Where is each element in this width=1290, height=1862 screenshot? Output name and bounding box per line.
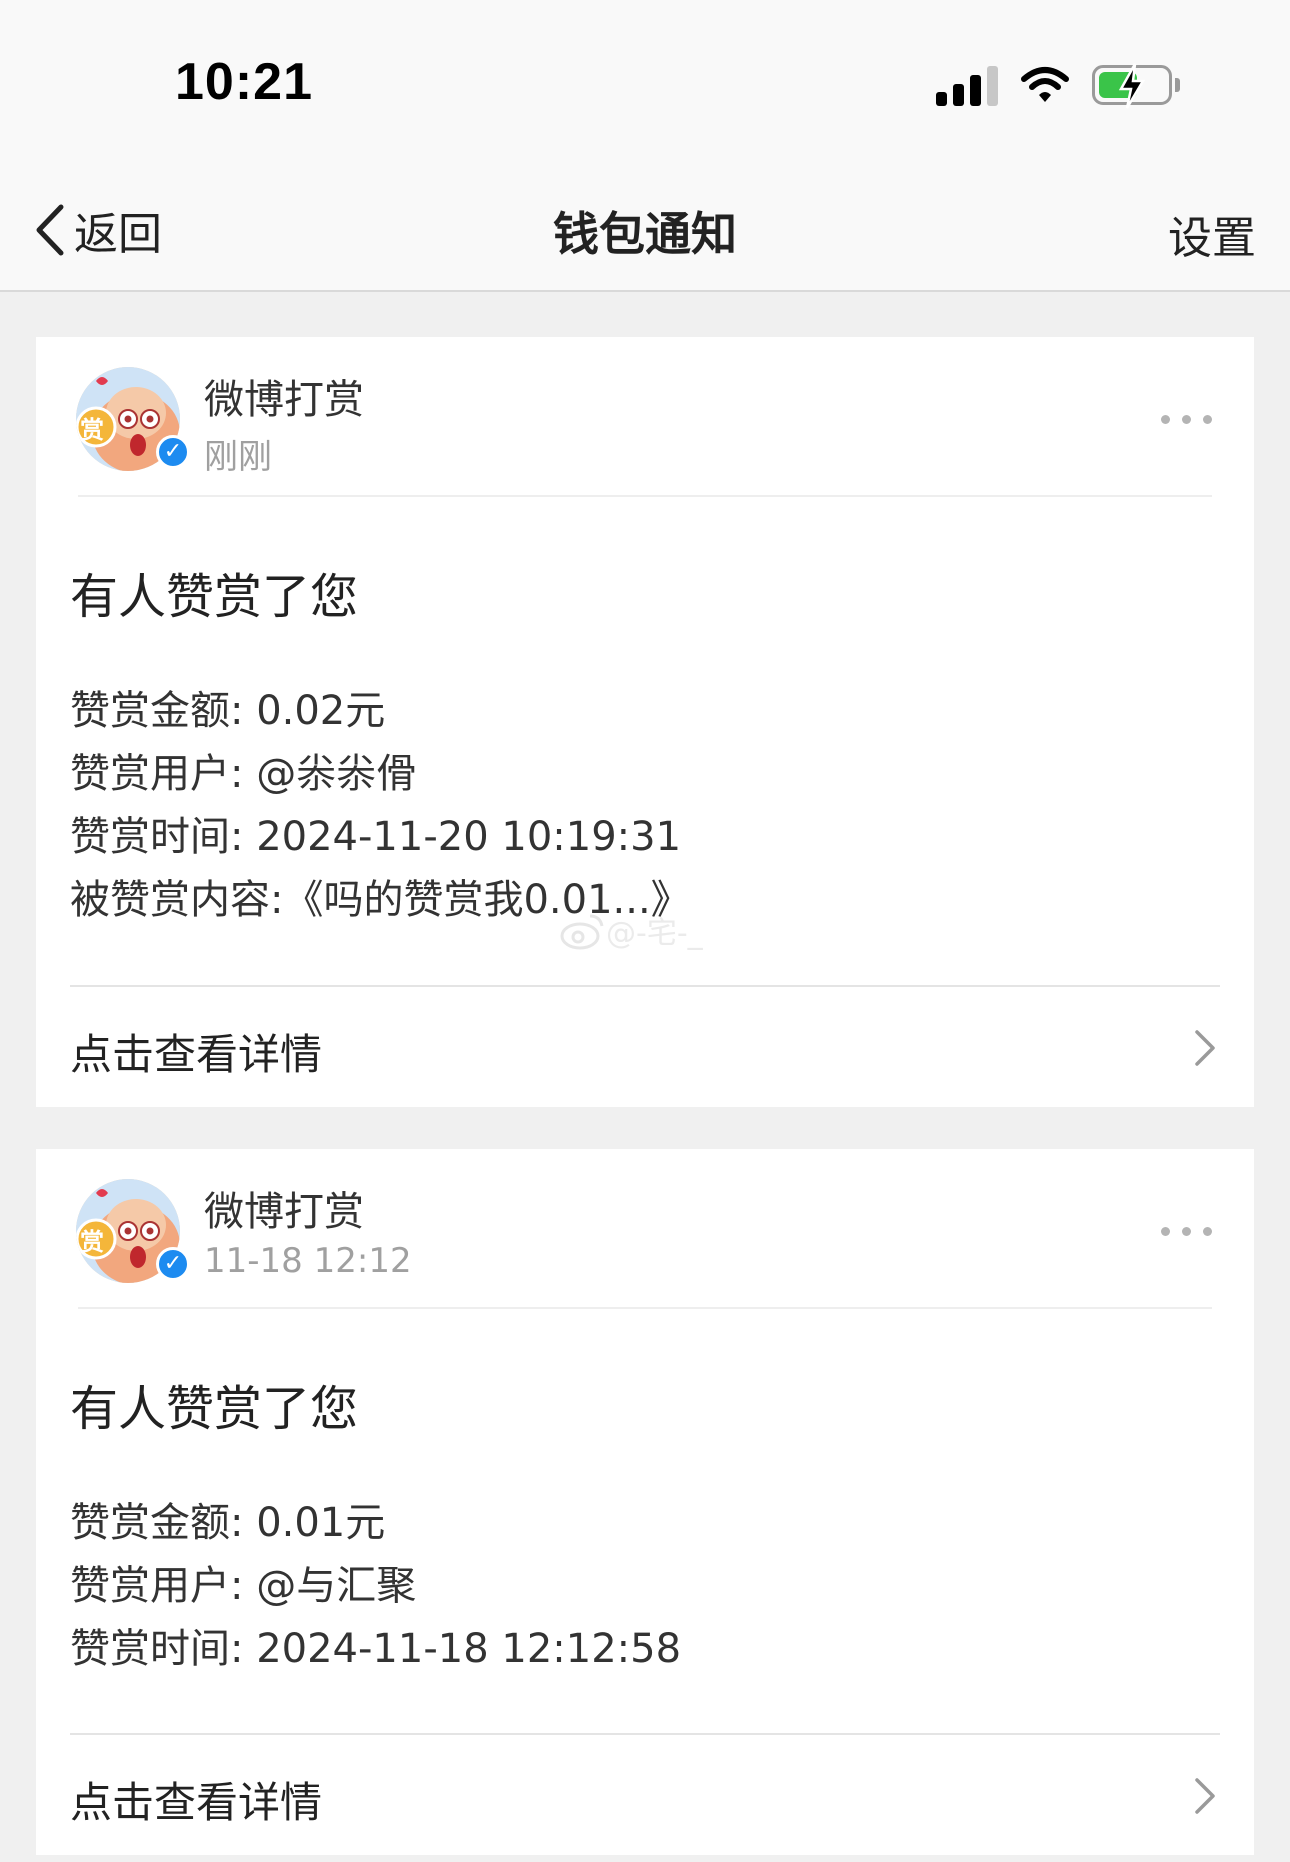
status-time: 10:21	[175, 53, 313, 111]
reward-amount: 赞赏金额: 0.02元	[70, 688, 386, 734]
avatar[interactable]: 赏 ✓	[76, 367, 190, 471]
divider	[78, 495, 1212, 497]
chevron-right-icon	[1195, 1030, 1215, 1066]
battery-icon	[1092, 63, 1180, 109]
card-header: 赏 ✓ 微博打赏 刚刚	[36, 337, 1254, 497]
sender-name: 微博打赏	[204, 1189, 364, 1235]
watermark-text: @-宅-_	[606, 916, 703, 951]
reward-badge: 赏	[80, 416, 104, 444]
view-details-button[interactable]: 点击查看详情	[36, 987, 1254, 1107]
reward-amount: 赞赏金额: 0.01元	[70, 1500, 386, 1546]
reward-time: 赞赏时间: 2024-11-20 10:19:31	[70, 814, 682, 860]
chevron-right-icon	[1195, 1778, 1215, 1814]
more-options-icon[interactable]	[1161, 415, 1212, 424]
card-header: 赏 ✓ 微博打赏 11-18 12:12	[36, 1149, 1254, 1309]
navigation-bar: 返回 钱包通知 设置	[0, 150, 1290, 292]
watermark: @-宅-_	[558, 908, 703, 952]
status-bar: 10:21	[0, 0, 1290, 150]
reward-user: 赞赏用户: @与汇聚	[70, 1563, 417, 1609]
wifi-icon	[1021, 67, 1069, 102]
reward-time: 赞赏时间: 2024-11-18 12:12:58	[70, 1626, 682, 1672]
status-icons	[936, 60, 1180, 110]
settings-button[interactable]: 设置	[1168, 202, 1256, 266]
sender-name: 微博打赏	[204, 377, 364, 423]
notification-card: 赏 ✓ 微博打赏 11-18 12:12 有人赞赏了您 赞赏金额: 0.01元 …	[36, 1149, 1254, 1855]
verified-badge-icon: ✓	[156, 1247, 190, 1281]
cellular-signal-icon	[936, 64, 998, 106]
view-details-button[interactable]: 点击查看详情	[36, 1735, 1254, 1855]
avatar[interactable]: 赏 ✓	[76, 1179, 190, 1283]
verified-badge-icon: ✓	[156, 435, 190, 469]
notification-title: 有人赞赏了您	[70, 1381, 359, 1437]
divider	[78, 1307, 1212, 1309]
notification-title: 有人赞赏了您	[70, 569, 359, 625]
notification-time: 11-18 12:12	[204, 1241, 412, 1281]
view-details-label: 点击查看详情	[70, 1030, 323, 1079]
notification-time: 刚刚	[204, 437, 272, 477]
notification-card: 赏 ✓ 微博打赏 刚刚 有人赞赏了您 赞赏金额: 0.02元 赞赏用户: @尜尜…	[36, 337, 1254, 1107]
reward-badge: 赏	[80, 1228, 104, 1256]
reward-user: 赞赏用户: @尜尜傦	[70, 751, 417, 797]
page-title: 钱包通知	[553, 207, 737, 261]
weibo-logo-icon	[560, 914, 604, 950]
view-details-label: 点击查看详情	[70, 1778, 323, 1827]
more-options-icon[interactable]	[1161, 1227, 1212, 1236]
